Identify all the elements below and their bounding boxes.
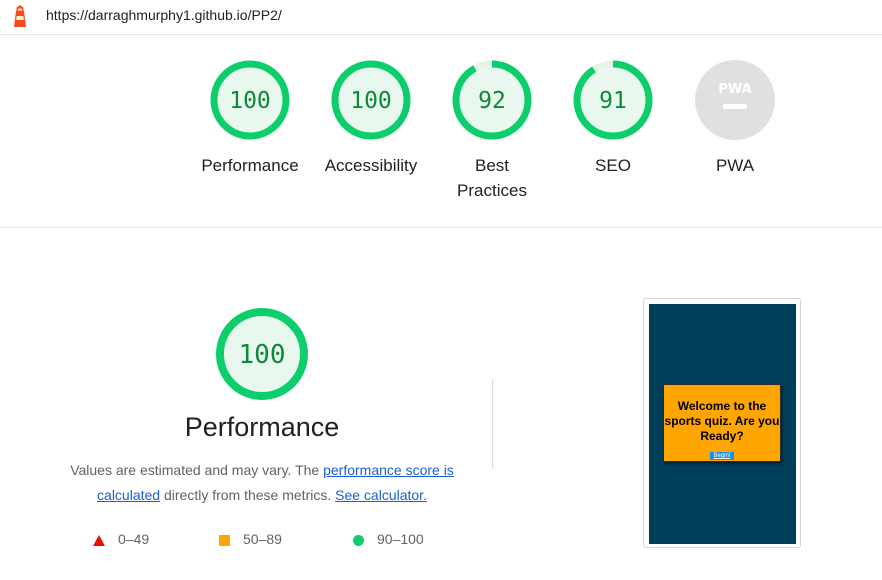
gauge-best-practices[interactable]: 92 Best Practices: [442, 60, 542, 203]
legend-pass: 90–100: [353, 531, 424, 547]
pass-circle-icon: [353, 534, 364, 546]
legend-average-range: 50–89: [243, 531, 282, 547]
legend-average: 50–89: [219, 531, 282, 547]
gauge-accessibility[interactable]: 100 Accessibility: [321, 60, 421, 178]
gauge-accessibility-ring: 100: [331, 60, 411, 140]
gauge-pwa[interactable]: PWA PWA: [685, 60, 785, 178]
screenshot-quiz-text: Welcome to the sports quiz. Are you Read…: [664, 399, 780, 443]
audited-url-link[interactable]: https://darraghmurphy1.github.io/PP2/: [46, 7, 282, 23]
gauge-seo-ring: 91: [573, 60, 653, 140]
legend-pass-range: 90–100: [377, 531, 424, 547]
performance-score-value: 100: [239, 340, 286, 370]
gauge-performance-score: 100: [229, 88, 271, 114]
gauge-accessibility-score: 100: [350, 88, 392, 114]
see-calculator-link[interactable]: See calculator.: [335, 487, 427, 503]
gauge-best-practices-label: Best Practices: [442, 153, 542, 203]
fail-triangle-icon: [93, 534, 105, 546]
gauge-best-practices-label-line2: Practices: [457, 181, 527, 200]
gauge-best-practices-label-line1: Best: [474, 156, 510, 175]
report-header: https://darraghmurphy1.github.io/PP2/: [0, 0, 882, 35]
gauge-seo-label: SEO: [595, 156, 631, 175]
performance-desc-prefix: Values are estimated and may vary. The: [70, 462, 324, 478]
section-divider: [492, 379, 493, 469]
pwa-badge-text: PWA: [718, 82, 751, 97]
legend-fail: 0–49: [93, 531, 149, 547]
performance-score-gauge: 100: [216, 308, 308, 400]
gauge-seo-score: 91: [599, 88, 627, 114]
gauge-best-practices-ring: 92: [452, 60, 532, 140]
screenshot-begin-button: Begin!: [710, 452, 734, 460]
gauge-performance-label: Performance: [201, 156, 299, 175]
gauge-performance[interactable]: 100 Performance: [200, 60, 300, 178]
performance-desc-middle: directly from these metrics.: [160, 487, 336, 503]
performance-heading: Performance: [184, 412, 340, 442]
gauge-best-practices-score: 92: [478, 88, 506, 114]
score-gauges-row: 100 Performance 100 Accessibility 92 Bes…: [0, 36, 882, 228]
gauge-accessibility-label: Accessibility: [324, 156, 418, 175]
legend-fail-range: 0–49: [118, 531, 150, 547]
lighthouse-logo-icon: [14, 5, 26, 27]
average-square-icon: [219, 534, 230, 546]
screenshot-quiz-card: Welcome to the sports quiz. Are you Read…: [663, 384, 781, 462]
gauge-seo[interactable]: 91 SEO: [563, 60, 663, 178]
gauge-performance-ring: 100: [210, 60, 290, 140]
gauge-pwa-label: PWA: [715, 156, 755, 175]
pwa-badge-icon: PWA: [695, 60, 775, 140]
performance-description: Values are estimated and may vary. The p…: [52, 458, 472, 508]
